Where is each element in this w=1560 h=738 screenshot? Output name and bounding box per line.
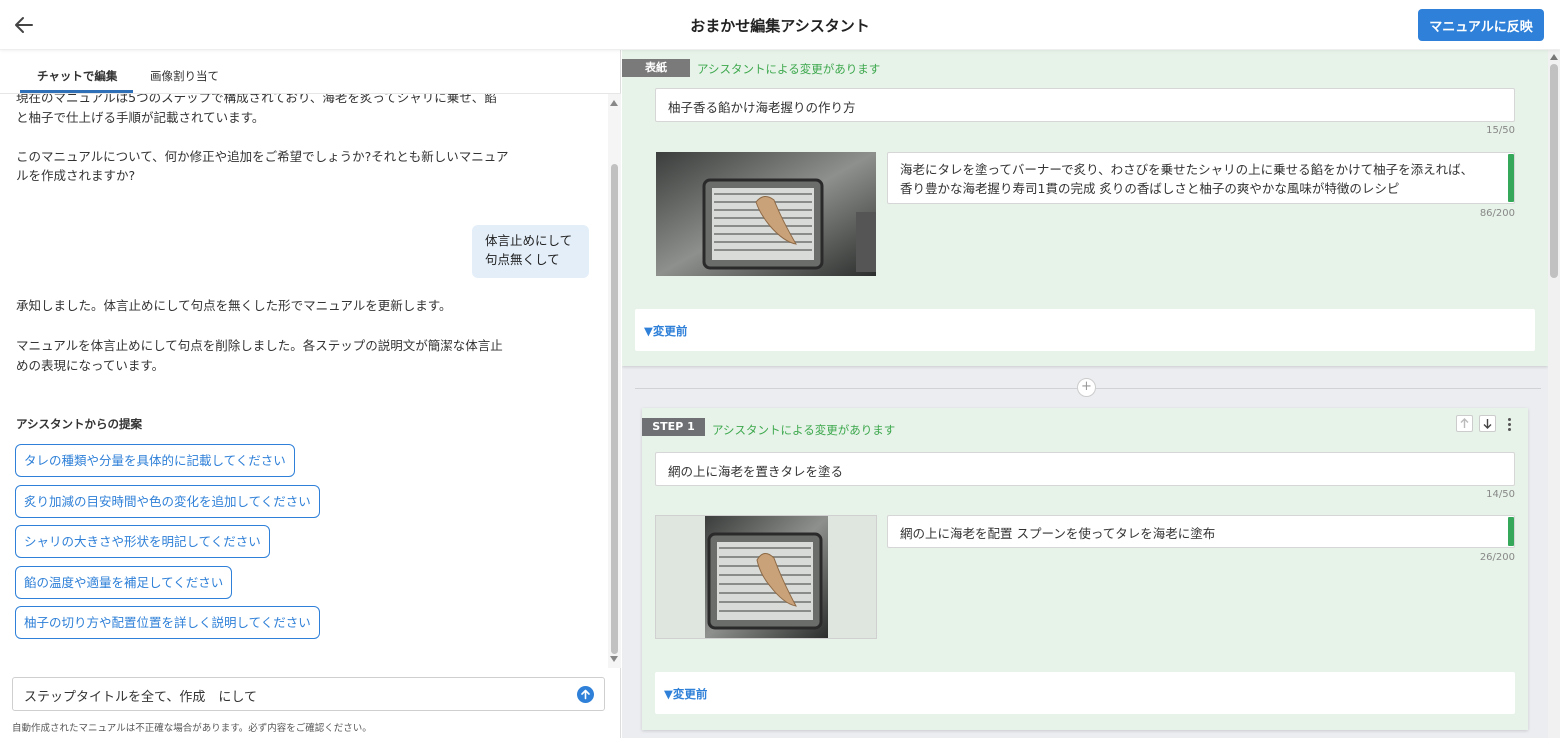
description-char-count: 26/200 — [1479, 552, 1515, 563]
preview-scrollbar[interactable] — [1548, 50, 1560, 738]
disclaimer-text: 自動作成されたマニュアルは不正確な場合があります。必ず内容をご確認ください。 — [12, 723, 372, 734]
chat-scroll-thumb[interactable] — [611, 164, 618, 654]
reflect-to-manual-button[interactable]: マニュアルに反映 — [1418, 9, 1544, 41]
tab-image-assign[interactable]: 画像割り当て — [150, 68, 219, 84]
change-note: アシスタントによる変更があります — [712, 423, 896, 437]
assistant-message-intro: 現在のマニュアルは5つのステップで構成されており、海老を炙ってシャリに乗せ、餡 … — [16, 94, 509, 183]
change-indicator-bar — [1508, 154, 1514, 202]
food-photo-image — [656, 152, 876, 276]
tab-bar: チャットで編集 画像割り当て — [0, 50, 621, 94]
suggestions-heading: アシスタントからの提案 — [16, 417, 143, 431]
before-change-toggle[interactable]: ▼変更前 — [655, 672, 1515, 714]
before-change-label[interactable]: ▼変更前 — [644, 323, 687, 339]
suggestion-chip[interactable]: 餡の温度や適量を補足してください — [15, 566, 233, 599]
chat-panel: チャットで編集 画像割り当て 現在のマニュアルは5つのステップで構成されており、… — [0, 50, 621, 738]
add-step-plus-icon[interactable]: + — [1077, 378, 1096, 397]
manual-preview-panel: 表紙 アシスタントによる変更があります 柚子香る餡かけ海老握りの作り方 15/5… — [622, 50, 1560, 738]
scroll-down-icon[interactable] — [610, 656, 618, 662]
change-note: アシスタントによる変更があります — [697, 62, 881, 76]
step-badge: STEP 1 — [642, 418, 705, 436]
cover-badge: 表紙 — [622, 59, 690, 77]
title-char-count: 14/50 — [1486, 489, 1515, 500]
step-description-input[interactable]: 網の上に海老を配置 スプーンを使ってタレを海老に塗布 — [887, 515, 1515, 548]
cover-card: 表紙 アシスタントによる変更があります 柚子香る餡かけ海老握りの作り方 15/5… — [622, 50, 1548, 366]
cover-description-input[interactable]: 海老にタレを塗ってバーナーで炙り、わさびを乗せたシャリの上に乗せる餡をかけて柚子… — [887, 152, 1515, 204]
cover-title-input[interactable]: 柚子香る餡かけ海老握りの作り方 — [655, 88, 1515, 122]
more-options-icon[interactable] — [1508, 418, 1512, 433]
suggestion-chip[interactable]: 柚子の切り方や配置位置を詳しく説明してください — [15, 606, 320, 639]
before-change-label[interactable]: ▼変更前 — [664, 686, 707, 702]
chat-scrollbar[interactable] — [608, 94, 621, 668]
scroll-up-icon[interactable] — [610, 100, 618, 106]
step-card: STEP 1 アシスタントによる変更があります 網の上に海老を置きタレを塗る 1… — [642, 408, 1528, 730]
before-change-toggle[interactable]: ▼変更前 — [635, 309, 1535, 351]
chat-input-field[interactable]: ステップタイトルを全て、作成 にして — [12, 677, 605, 711]
user-message-bubble: 体言止めにして 句点無くして — [472, 225, 589, 278]
preview-scroll-thumb[interactable] — [1550, 64, 1558, 278]
app-header: おまかせ編集アシスタント マニュアルに反映 — [0, 0, 1560, 50]
step-title-input[interactable]: 網の上に海老を置きタレを塗る — [655, 452, 1515, 486]
description-char-count: 86/200 — [1479, 208, 1515, 219]
step-photo[interactable] — [655, 515, 877, 639]
move-up-button[interactable] — [1456, 415, 1473, 432]
move-down-button[interactable] — [1479, 415, 1496, 432]
change-indicator-bar — [1508, 517, 1514, 546]
suggestion-chip[interactable]: タレの種類や分量を具体的に記載してください — [15, 444, 295, 477]
page-title: おまかせ編集アシスタント — [690, 17, 870, 35]
chat-input-value[interactable]: ステップタイトルを全て、作成 にして — [24, 686, 257, 705]
assistant-message-reply2: マニュアルを体言止めにして句点を削除しました。各ステップの説明文が簡潔な体言止 … — [16, 338, 503, 373]
scroll-up-icon[interactable] — [1550, 54, 1558, 60]
assistant-message-reply1: 承知しました。体言止めにして句点を無くした形でマニュアルを更新します。 — [16, 298, 452, 313]
food-photo-image — [705, 516, 828, 638]
arrow-up-icon — [1460, 418, 1469, 428]
active-tab-indicator — [20, 90, 133, 93]
suggestion-chip[interactable]: シャリの大きさや形状を明記してください — [15, 525, 270, 558]
arrow-down-icon — [1483, 419, 1492, 429]
title-char-count: 15/50 — [1486, 125, 1515, 136]
cover-photo[interactable] — [656, 152, 876, 276]
arrow-up-icon — [581, 689, 590, 700]
chat-messages[interactable]: 現在のマニュアルは5つのステップで構成されており、海老を炙ってシャリに乗せ、餡 … — [0, 94, 608, 664]
tab-chat-edit[interactable]: チャットで編集 — [37, 68, 117, 84]
send-button[interactable] — [577, 686, 594, 703]
suggestion-chip[interactable]: 炙り加減の目安時間や色の変化を追加してください — [15, 485, 320, 518]
